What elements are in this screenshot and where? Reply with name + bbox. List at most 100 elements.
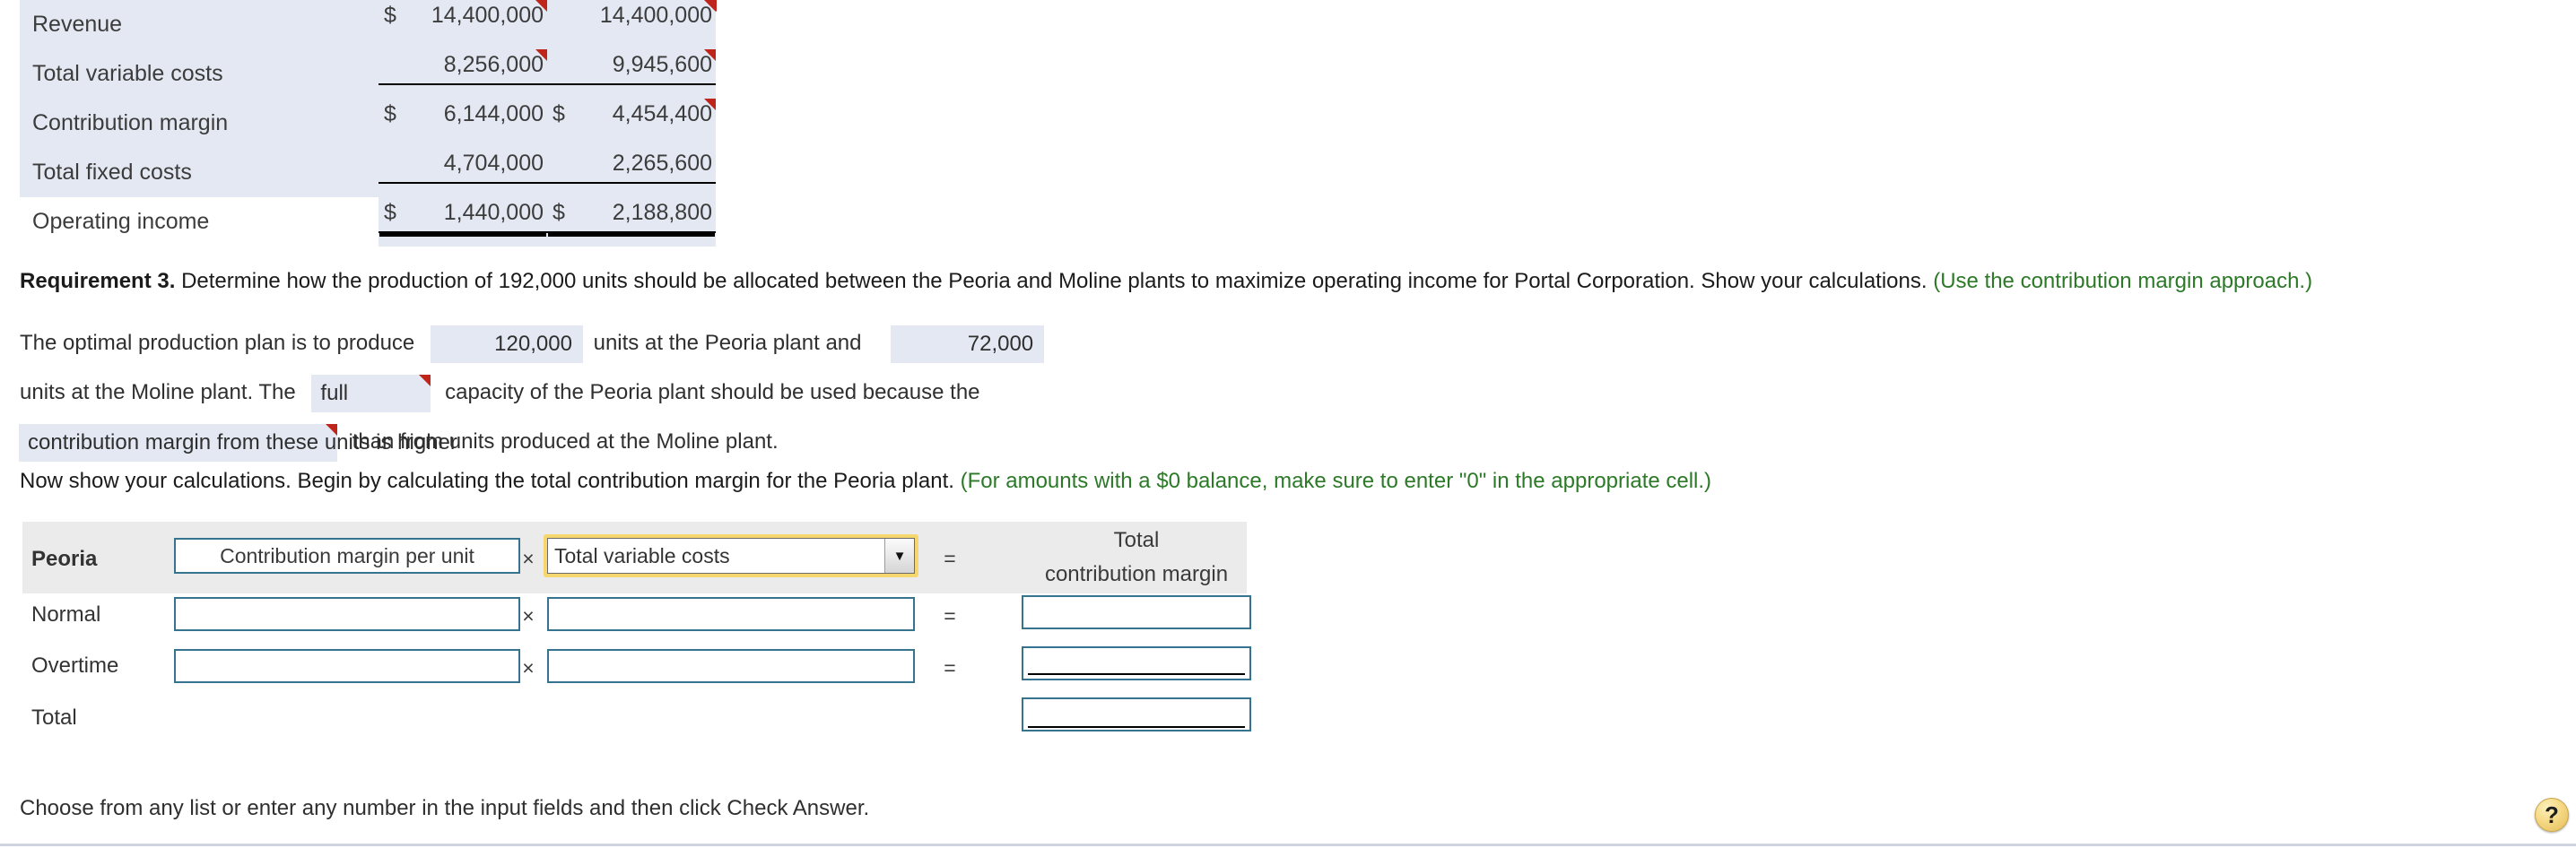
cell-value: 6,144,000 xyxy=(443,101,544,126)
contribution-margin-per-unit-header[interactable]: Contribution margin per unit xyxy=(174,538,520,574)
grand-total-input[interactable] xyxy=(1022,697,1251,731)
comment-flag-icon xyxy=(326,423,337,436)
blank-capacity-dropdown[interactable]: full xyxy=(311,374,431,412)
footer-instruction: Choose from any list or enter any number… xyxy=(20,796,870,820)
equals-symbol: = xyxy=(944,604,956,628)
requirement-3-text: Determine how the production of 192,000 … xyxy=(181,269,1928,293)
form-row-label: Overtime xyxy=(31,654,119,678)
form-row-normal: Normal × = xyxy=(22,593,1251,645)
value-cell-peoria: $ 1,440,000 xyxy=(379,197,547,247)
currency-symbol: $ xyxy=(384,3,396,28)
currency-symbol: $ xyxy=(553,200,565,225)
grand-total-rule xyxy=(1028,726,1245,728)
total-column-header-line1: Total xyxy=(1113,528,1160,552)
row-label-text: Revenue xyxy=(32,12,123,37)
multiply-symbol-header: × xyxy=(522,547,535,570)
overtime-factor2-input[interactable] xyxy=(547,649,915,683)
row-label-text: Operating income xyxy=(32,209,210,234)
value-cell-moline: 9,945,600 xyxy=(547,49,716,99)
blank-reason-value: contribution margin from these units is … xyxy=(28,429,457,454)
blank-moline-units[interactable]: 72,000 xyxy=(891,325,1045,363)
cell-value: 1,440,000 xyxy=(443,200,544,225)
table-row: Operating income $ 1,440,000 $ 2,188,800 xyxy=(20,197,716,247)
peoria-contribution-margin-form: Total contribution margin Peoria Contrib… xyxy=(22,522,1251,747)
multiply-symbol: × xyxy=(522,656,535,680)
cell-value: 14,400,000 xyxy=(599,3,712,28)
requirement-3-prompt: Requirement 3. Determine how the product… xyxy=(20,269,2312,294)
blank-moline-units-value: 72,000 xyxy=(967,331,1034,356)
blank-reason-dropdown[interactable]: contribution margin from these units is … xyxy=(19,423,457,462)
table-row: Contribution margin $ 6,144,000 $ 4,454,… xyxy=(20,99,716,148)
blank-capacity-value: full xyxy=(320,380,349,405)
form-row-total: Total xyxy=(22,696,1251,747)
total-column-header: Total contribution margin xyxy=(1022,524,1251,592)
normal-factor1-input[interactable] xyxy=(174,597,520,631)
comment-flag-icon xyxy=(704,49,716,61)
fill-in-text-seg4: capacity of the Peoria plant should be u… xyxy=(445,380,980,404)
row-label: Revenue xyxy=(20,0,717,49)
row-label: Total fixed costs xyxy=(20,148,379,197)
value-cell-moline: $ 2,188,800 xyxy=(547,197,716,247)
normal-total-input[interactable] xyxy=(1022,595,1251,629)
equals-symbol: = xyxy=(944,656,956,680)
comment-flag-icon xyxy=(419,374,431,386)
fill-in-text-seg2: units at the Peoria plant and xyxy=(593,331,862,355)
total-variable-costs-select[interactable]: Total variable costs ▼ xyxy=(547,538,915,574)
multiply-symbol: × xyxy=(522,604,535,628)
income-statement-table: Revenue $ 14,400,000 14,400,000 Total va… xyxy=(20,0,717,247)
fill-in-text-seg3: units at the Moline plant. The xyxy=(20,380,296,404)
help-icon[interactable]: ? xyxy=(2535,798,2569,832)
cell-value: 14,400,000 xyxy=(431,3,544,28)
calculations-intro-hint: (For amounts with a $0 balance, make sur… xyxy=(960,469,1712,493)
total-column-header-line2: contribution margin xyxy=(1044,562,1229,586)
currency-symbol: $ xyxy=(384,200,396,225)
row-label-text: Total variable costs xyxy=(32,61,223,86)
value-cell-moline: 2,265,600 xyxy=(547,148,716,197)
comment-flag-icon xyxy=(705,0,717,12)
cell-value: 8,256,000 xyxy=(443,52,544,77)
comment-flag-icon xyxy=(535,49,547,61)
overtime-total-input[interactable] xyxy=(1022,646,1251,680)
form-row-label-peoria: Peoria xyxy=(31,547,98,571)
blank-peoria-units-value: 120,000 xyxy=(494,331,572,356)
row-label: Contribution margin xyxy=(20,99,379,148)
cell-value: 4,704,000 xyxy=(443,151,544,176)
fill-in-line-2: units at the Moline plant. The full capa… xyxy=(20,368,1044,417)
row-label: Total variable costs xyxy=(20,0,717,99)
comment-flag-icon xyxy=(535,0,547,12)
cell-value: 2,265,600 xyxy=(612,151,712,176)
calculations-intro-text: Now show your calculations. Begin by cal… xyxy=(20,469,954,493)
requirement-3-heading: Requirement 3. xyxy=(20,269,176,293)
value-cell-peoria: $ 6,144,000 xyxy=(379,99,547,148)
cell-value: 4,454,400 xyxy=(612,101,712,126)
blank-peoria-units[interactable]: 120,000 xyxy=(430,325,583,363)
value-cell-moline: 14,400,000 xyxy=(547,0,716,49)
cell-value: 9,945,600 xyxy=(612,52,712,77)
equals-symbol-header: = xyxy=(944,547,956,570)
cell-value: 2,188,800 xyxy=(612,200,712,225)
form-row-label: Total xyxy=(31,706,77,730)
calculations-intro: Now show your calculations. Begin by cal… xyxy=(20,469,1711,494)
fill-in-line-1: The optimal production plan is to produc… xyxy=(20,318,1045,368)
total-variable-costs-select-wrapper[interactable]: Total variable costs ▼ xyxy=(544,534,918,577)
requirement-3-hint: (Use the contribution margin approach.) xyxy=(1933,269,2313,293)
chevron-down-icon[interactable]: ▼ xyxy=(884,539,914,573)
form-row-label: Normal xyxy=(31,602,101,627)
form-header-row: Total contribution margin Peoria Contrib… xyxy=(22,522,1247,593)
table-row: Revenue $ 14,400,000 14,400,000 xyxy=(20,0,717,49)
overtime-factor1-input[interactable] xyxy=(174,649,520,683)
value-cell-peoria: 8,256,000 xyxy=(379,49,547,99)
value-cell-peoria: $ 14,400,000 xyxy=(379,0,547,49)
table-row: Total variable costs 8,256,000 9,945,600 xyxy=(20,0,717,99)
footer-divider xyxy=(0,844,2576,846)
row-label-text: Contribution margin xyxy=(32,110,229,135)
select-selected-value: Total variable costs xyxy=(554,543,730,567)
value-cell-moline: $ 4,454,400 xyxy=(547,99,716,148)
form-row-overtime: Overtime × = xyxy=(22,645,1251,696)
normal-factor2-input[interactable] xyxy=(547,597,915,631)
currency-symbol: $ xyxy=(384,101,396,126)
value-cell-peoria: 4,704,000 xyxy=(379,148,547,197)
subtotal-rule xyxy=(1028,673,1245,675)
fill-in-paragraph: The optimal production plan is to produc… xyxy=(19,318,1045,466)
currency-symbol: $ xyxy=(553,101,565,126)
